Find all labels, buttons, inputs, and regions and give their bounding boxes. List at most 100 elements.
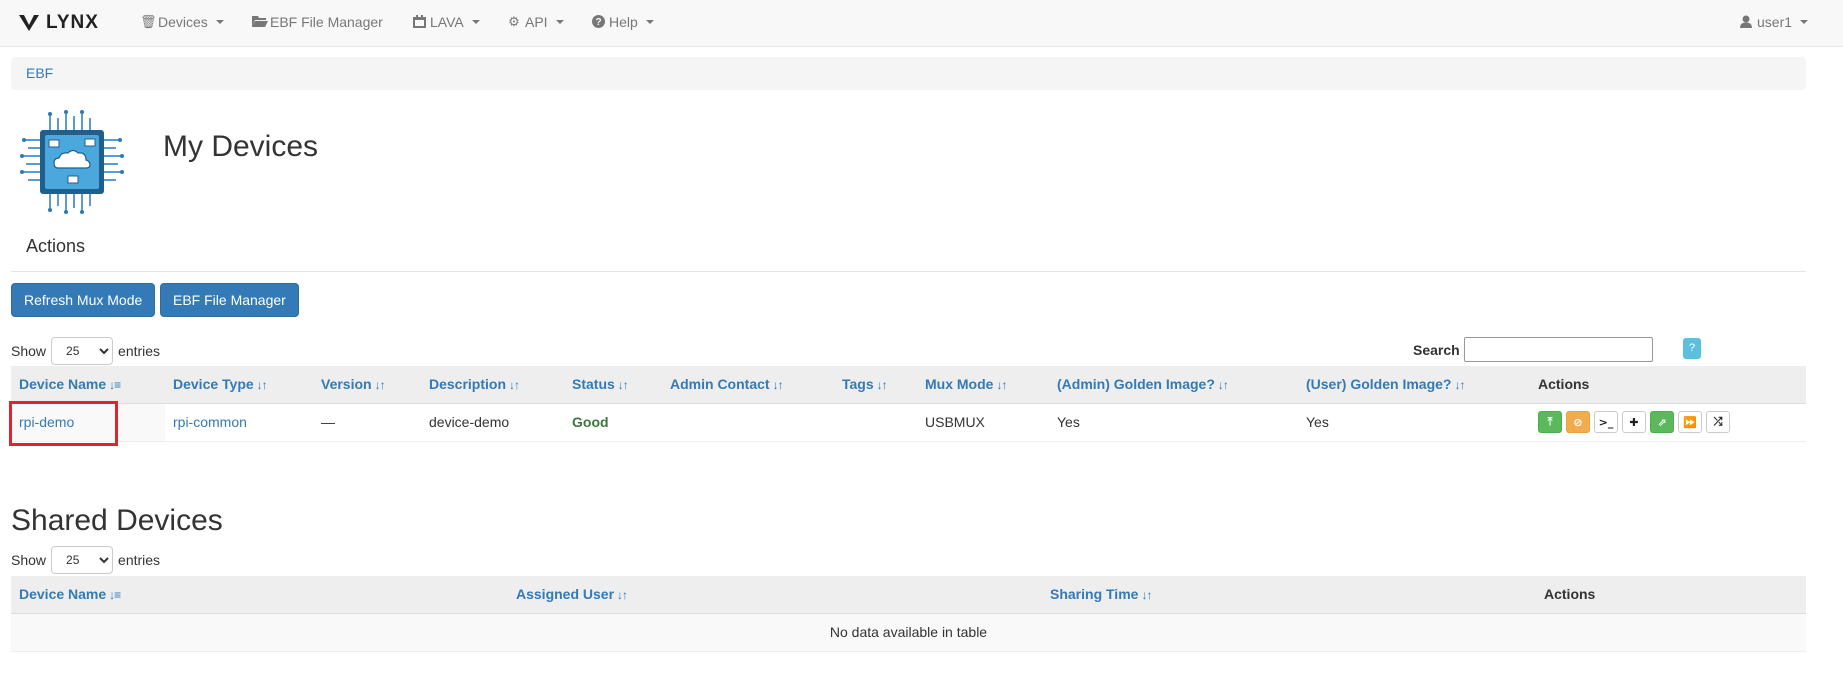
shared-devices-title: Shared Devices	[11, 504, 223, 537]
col-sharing-time[interactable]: Sharing Time ↓↑	[1042, 576, 1536, 614]
sort-icon: ↓↑	[1454, 378, 1465, 393]
breadcrumb: EBF	[11, 57, 1806, 90]
folder-open-icon	[252, 15, 268, 29]
highlight-box	[9, 401, 118, 446]
lynx-logo-icon	[19, 15, 39, 31]
page-title: My Devices	[163, 130, 319, 163]
col-shared-device-name[interactable]: Device Name ↓≡	[11, 576, 508, 614]
nav-help[interactable]: ? Help	[591, 14, 654, 30]
entries-label: entries	[118, 552, 161, 568]
navbar: LYNX 🗑︎ Devices EBF File Manager LAVA ⚙ …	[0, 0, 1843, 47]
breadcrumb-ebf-link[interactable]: EBF	[26, 65, 53, 81]
sort-icon: ↓↑	[1217, 378, 1229, 393]
nav-lava-label: LAVA	[430, 14, 464, 30]
upload-icon[interactable]: ⤒	[1538, 411, 1562, 433]
nav-api[interactable]: ⚙ API	[507, 14, 564, 30]
mux-mode-cell: USBMUX	[917, 403, 1049, 442]
nav-api-label: API	[525, 14, 548, 30]
table-header-row: Device Name ↓≡ Assigned User ↓↑ Sharing Ti…	[11, 576, 1806, 614]
ban-icon[interactable]: ⊘	[1566, 411, 1590, 433]
sort-icon: ↓↑	[374, 378, 386, 393]
col-admin-contact[interactable]: Admin Contact ↓↑	[662, 366, 834, 404]
table-header-row: Device Name ↓≡ Device Type ↓↑ Version ↓↑ De…	[11, 366, 1806, 404]
empty-row: No data available in table	[11, 613, 1806, 652]
my-devices-length-control: Show 25 entries	[11, 337, 160, 365]
fast-forward-icon[interactable]: ⏩	[1678, 411, 1702, 433]
chip-logo-icon	[20, 110, 124, 214]
actions-cell: ⤒ ⊘ >_ ✚ ⇗ ⏩ ⤮	[1530, 403, 1806, 442]
nav-ebf-label: EBF File Manager	[270, 14, 383, 30]
version-cell: —	[313, 403, 421, 442]
nav-devices[interactable]: 🗑︎ Devices	[140, 14, 224, 30]
divider	[11, 271, 1806, 272]
col-mux-mode[interactable]: Mux Mode ↓↑	[917, 366, 1049, 404]
help-button[interactable]: ?	[1683, 338, 1701, 359]
svg-text:?: ?	[595, 17, 601, 28]
chevron-down-icon	[645, 20, 654, 24]
col-device-type[interactable]: Device Type ↓↑	[165, 366, 313, 404]
plus-icon[interactable]: ✚	[1622, 411, 1646, 433]
sort-icon: ↓↑	[1141, 588, 1152, 603]
user-golden-cell: Yes	[1298, 403, 1530, 442]
sort-icon: ↓↑	[617, 378, 629, 393]
chevron-down-icon	[471, 20, 480, 24]
chevron-down-icon	[215, 20, 224, 24]
col-admin-golden-image[interactable]: (Admin) Golden Image? ↓↑	[1049, 366, 1298, 404]
random-icon[interactable]: ⤮	[1706, 411, 1730, 433]
terminal-icon[interactable]: >_	[1594, 411, 1618, 433]
entries-label: entries	[118, 343, 161, 359]
col-actions: Actions	[1530, 366, 1806, 404]
status-badge: Good	[564, 403, 662, 442]
show-label: Show	[11, 552, 47, 568]
shared-entries-select[interactable]: 25	[51, 546, 114, 574]
nav-help-label: Help	[609, 14, 638, 30]
description-cell: device-demo	[421, 403, 564, 442]
sort-icon: ↓↑	[772, 378, 784, 393]
user-menu[interactable]: user1	[1739, 14, 1809, 30]
chevron-down-icon	[555, 20, 564, 24]
ebf-file-manager-button[interactable]: EBF File Manager	[160, 283, 299, 317]
trash-icon: 🗑︎	[140, 14, 157, 29]
tags-cell	[834, 403, 917, 442]
my-devices-table: Device Name ↓≡ Device Type ↓↑ Version ↓↑ De…	[11, 366, 1806, 442]
entries-select[interactable]: 25	[51, 337, 114, 365]
calendar-icon	[412, 15, 426, 29]
col-assigned-user[interactable]: Assigned User ↓↑	[508, 576, 1042, 614]
show-label: Show	[11, 343, 47, 359]
col-shared-actions: Actions	[1536, 576, 1806, 614]
question-circle-icon: ?	[591, 15, 605, 29]
sort-icon: ↓↑	[509, 378, 520, 393]
brand-text: LYNX	[46, 12, 99, 33]
sort-icon: ↓↑	[617, 588, 628, 603]
admin-golden-cell: Yes	[1049, 403, 1298, 442]
chevron-down-icon	[1800, 20, 1809, 24]
col-status[interactable]: Status ↓↑	[564, 366, 662, 404]
refresh-mux-mode-button[interactable]: Refresh Mux Mode	[11, 283, 156, 317]
sort-desc-icon: ↓≡	[109, 378, 121, 393]
shared-devices-table: Device Name ↓≡ Assigned User ↓↑ Sharing Ti…	[11, 576, 1806, 652]
col-device-name[interactable]: Device Name ↓≡	[11, 366, 165, 404]
sort-icon: ↓↑	[996, 378, 1007, 393]
table-row: rpi-demo rpi-common — device-demo Good U…	[11, 403, 1806, 442]
gear-icon: ⚙	[508, 14, 520, 29]
col-description[interactable]: Description ↓↑	[421, 366, 564, 404]
search-label: Search	[1413, 342, 1460, 358]
search-input[interactable]	[1464, 337, 1653, 362]
share-icon[interactable]: ⇗	[1650, 411, 1674, 433]
shared-devices-length-control: Show 25 entries	[11, 546, 160, 574]
device-type-link[interactable]: rpi-common	[173, 414, 247, 430]
brand-logo[interactable]: LYNX	[18, 12, 99, 34]
sort-icon: ↓↑	[256, 378, 268, 393]
admin-contact-cell	[662, 403, 834, 442]
nav-lava[interactable]: LAVA	[412, 14, 480, 30]
user-menu-label: user1	[1757, 14, 1793, 30]
nav-ebf-file-manager[interactable]: EBF File Manager	[252, 14, 383, 30]
sort-icon: ↓↑	[876, 378, 888, 393]
device-type-cell: rpi-common	[165, 403, 313, 442]
col-version[interactable]: Version ↓↑	[313, 366, 421, 404]
col-tags[interactable]: Tags ↓↑	[834, 366, 917, 404]
actions-heading: Actions	[26, 236, 86, 256]
sort-desc-icon: ↓≡	[109, 588, 121, 603]
empty-table-message: No data available in table	[11, 613, 1806, 652]
col-user-golden-image[interactable]: (User) Golden Image? ↓↑	[1298, 366, 1530, 404]
